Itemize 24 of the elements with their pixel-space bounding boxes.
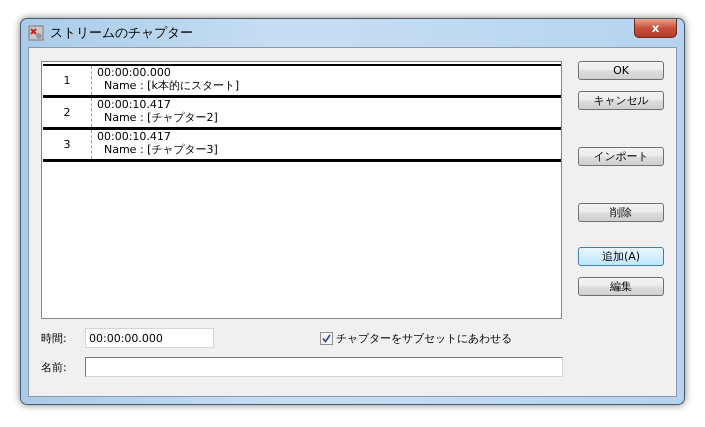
dialog-button[interactable]: インポート (578, 147, 664, 166)
chapter-name: Name : [チャプター3] (103, 143, 218, 156)
chapter-number: 3 (43, 130, 92, 159)
chapter-name: Name : [チャプター2] (103, 111, 218, 124)
dialog-button[interactable]: キャンセル (578, 91, 664, 110)
dialog-button[interactable]: 削除 (578, 203, 664, 222)
checkbox-label: チャプターをサブセットにあわせる (336, 330, 512, 346)
chapter-number: 1 (43, 66, 92, 95)
dialog-button[interactable]: 追加(A) (578, 247, 664, 266)
time-field[interactable]: 00:00:00.000 (85, 328, 214, 348)
chapter-time: 00:00:10.417 (97, 98, 172, 111)
chapter-name: Name : [k本的にスタート] (103, 79, 240, 92)
time-label: 時間: (41, 330, 68, 346)
window-title: ストリームのチャプター (50, 25, 193, 42)
chapter-time: 00:00:10.417 (97, 130, 172, 143)
name-field[interactable] (85, 357, 563, 377)
checkbox[interactable] (320, 332, 333, 344)
close-button[interactable]: x (634, 19, 677, 38)
dialog-button[interactable]: OK (578, 61, 664, 80)
dialog-button[interactable]: 編集 (578, 277, 664, 296)
app-icon (28, 25, 44, 41)
chapter-number: 2 (43, 98, 92, 127)
name-label: 名前: (41, 360, 68, 374)
chapter-time: 00:00:00.000 (97, 66, 172, 79)
